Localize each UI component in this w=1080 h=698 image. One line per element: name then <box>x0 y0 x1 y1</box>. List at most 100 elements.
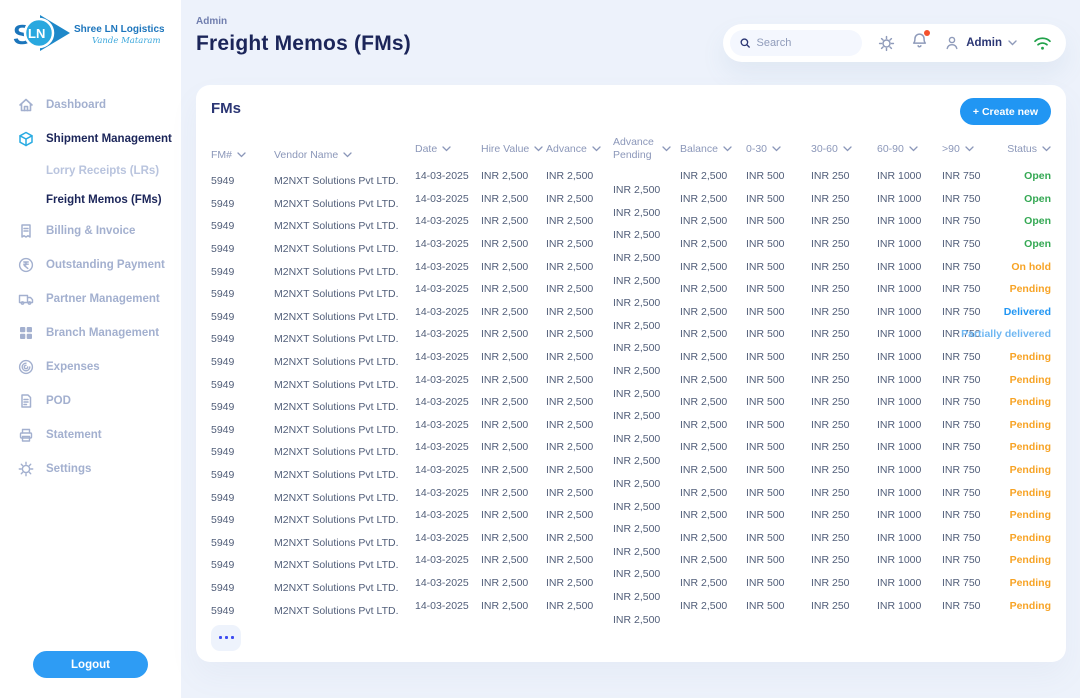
cell-b30_60: INR 250 <box>811 328 877 340</box>
search-input[interactable] <box>756 37 852 49</box>
cell-advance_pending: INR 2,500 <box>613 614 680 626</box>
cell-fm: 5949 <box>211 514 274 526</box>
sidebar-item-expenses[interactable]: Expenses <box>18 350 181 384</box>
cell-advance_pending: INR 2,500 <box>613 252 680 264</box>
cell-b0_30: INR 500 <box>746 396 811 408</box>
sidebar-item-settings[interactable]: Settings <box>18 452 181 486</box>
cell-advance: INR 2,500 <box>546 351 613 363</box>
cell-advance_pending: INR 2,500 <box>613 591 680 603</box>
cell-advance_pending: INR 2,500 <box>613 410 680 422</box>
cell-fm: 5949 <box>211 175 274 187</box>
cell-vendor: M2NXT Solutions Pvt LTD. <box>274 514 415 526</box>
cell-balance: INR 2,500 <box>680 351 746 363</box>
search-box[interactable] <box>730 30 862 56</box>
user-menu[interactable]: Admin <box>944 35 1017 51</box>
sidebar-item-partner-management[interactable]: Partner Management <box>18 282 181 316</box>
cell-b60_90: INR 1000 <box>877 487 942 499</box>
cell-b60_90: INR 1000 <box>877 577 942 589</box>
sidebar-nav: Dashboard Shipment Management Lorry Rece… <box>0 70 181 651</box>
cell-b0_30: INR 500 <box>746 215 811 227</box>
cell-b30_60: INR 250 <box>811 396 877 408</box>
column-header-advance_pending[interactable]: Advance Pending <box>613 136 680 161</box>
cell-vendor: M2NXT Solutions Pvt LTD. <box>274 266 415 278</box>
cell-hire: INR 2,500 <box>481 351 546 363</box>
cell-status: Partially delivered <box>941 328 1051 340</box>
column-header-b0_30[interactable]: 0-30 <box>746 143 811 156</box>
cell-fm: 5949 <box>211 198 274 210</box>
cell-b30_60: INR 250 <box>811 441 877 453</box>
cell-balance: INR 2,500 <box>680 441 746 453</box>
column-header-advance[interactable]: Advance <box>546 143 613 156</box>
logout-button[interactable]: Logout <box>33 651 148 678</box>
cell-b30_60: INR 250 <box>811 509 877 521</box>
cell-fm: 5949 <box>211 288 274 300</box>
column-label: Advance <box>546 143 587 156</box>
cell-vendor: M2NXT Solutions Pvt LTD. <box>274 605 415 617</box>
column-header-b30_60[interactable]: 30-60 <box>811 143 877 156</box>
column-header-date[interactable]: Date <box>415 143 481 156</box>
cell-vendor: M2NXT Solutions Pvt LTD. <box>274 379 415 391</box>
sidebar-item-branch-management[interactable]: Branch Management <box>18 316 181 350</box>
cell-vendor: M2NXT Solutions Pvt LTD. <box>274 243 415 255</box>
cell-fm: 5949 <box>211 401 274 413</box>
cell-b0_30: INR 500 <box>746 283 811 295</box>
cell-b0_30: INR 500 <box>746 374 811 386</box>
sidebar-item-outstanding-payment[interactable]: Outstanding Payment <box>18 248 181 282</box>
receipt-icon <box>18 223 34 239</box>
column-header-b60_90[interactable]: 60-90 <box>877 143 942 156</box>
breadcrumb: Admin <box>196 16 411 27</box>
cell-fm: 5949 <box>211 424 274 436</box>
cell-b0_30: INR 500 <box>746 509 811 521</box>
chevron-down-icon <box>442 146 451 152</box>
notifications-button[interactable] <box>911 32 928 54</box>
brand-mark-ln: LN <box>28 26 45 41</box>
cell-b30_60: INR 250 <box>811 374 877 386</box>
cell-b0_30: INR 500 <box>746 193 811 205</box>
cell-balance: INR 2,500 <box>680 464 746 476</box>
brand-logo-graphic: S LN Shree LN Logistics Vande Mataram <box>12 12 164 58</box>
cell-b0_30: INR 500 <box>746 261 811 273</box>
column-header-hire[interactable]: Hire Value <box>481 143 546 156</box>
sidebar-item-dashboard[interactable]: Dashboard <box>18 88 181 122</box>
cell-b0_30: INR 500 <box>746 306 811 318</box>
sidebar-item-shipment-management[interactable]: Shipment Management <box>18 122 181 156</box>
cell-date: 14-03-2025 <box>415 600 481 612</box>
sidebar-item-lorry-receipts[interactable]: Lorry Receipts (LRs) <box>18 156 181 185</box>
cell-advance_pending: INR 2,500 <box>613 478 680 490</box>
cell-b30_60: INR 250 <box>811 419 877 431</box>
sidebar-item-pod[interactable]: POD <box>18 384 181 418</box>
cell-advance_pending: INR 2,500 <box>613 320 680 332</box>
column-header-status[interactable]: Status <box>941 143 1051 156</box>
column-header-balance[interactable]: Balance <box>680 143 746 156</box>
cell-hire: INR 2,500 <box>481 328 546 340</box>
column-header-vendor[interactable]: Vendor Name <box>274 149 415 162</box>
column-header-fm[interactable]: FM# <box>211 149 274 162</box>
sidebar-item-label: Billing & Invoice <box>46 225 135 237</box>
cell-status: Open <box>941 193 1051 205</box>
cell-b0_30: INR 500 <box>746 554 811 566</box>
cell-date: 14-03-2025 <box>415 374 481 386</box>
cell-status: Pending <box>941 351 1051 363</box>
sidebar-item-billing-invoice[interactable]: Billing & Invoice <box>18 214 181 248</box>
create-new-button[interactable]: + Create new <box>960 98 1051 125</box>
chevron-down-icon <box>534 146 543 152</box>
cell-balance: INR 2,500 <box>680 215 746 227</box>
cell-status: Pending <box>941 600 1051 612</box>
column-label: Advance Pending <box>613 136 657 161</box>
cell-date: 14-03-2025 <box>415 464 481 476</box>
more-button[interactable] <box>211 625 241 651</box>
page-title: Freight Memos (FMs) <box>196 32 411 56</box>
sidebar-item-statement[interactable]: Statement <box>18 418 181 452</box>
cell-advance_pending: INR 2,500 <box>613 297 680 309</box>
sidebar-item-label: Partner Management <box>46 293 160 305</box>
settings-gear-icon[interactable] <box>878 35 895 52</box>
sidebar-item-freight-memos[interactable]: Freight Memos (FMs) <box>18 185 181 214</box>
cell-b60_90: INR 1000 <box>877 396 942 408</box>
sidebar-item-label: Dashboard <box>46 99 106 111</box>
sidebar-item-label: Lorry Receipts (LRs) <box>46 165 159 177</box>
cell-b60_90: INR 1000 <box>877 170 942 182</box>
wifi-icon <box>1033 35 1052 52</box>
topbar: Admin Freight Memos (FMs) Admin <box>196 16 1066 72</box>
cell-date: 14-03-2025 <box>415 170 481 182</box>
cell-fm: 5949 <box>211 492 274 504</box>
